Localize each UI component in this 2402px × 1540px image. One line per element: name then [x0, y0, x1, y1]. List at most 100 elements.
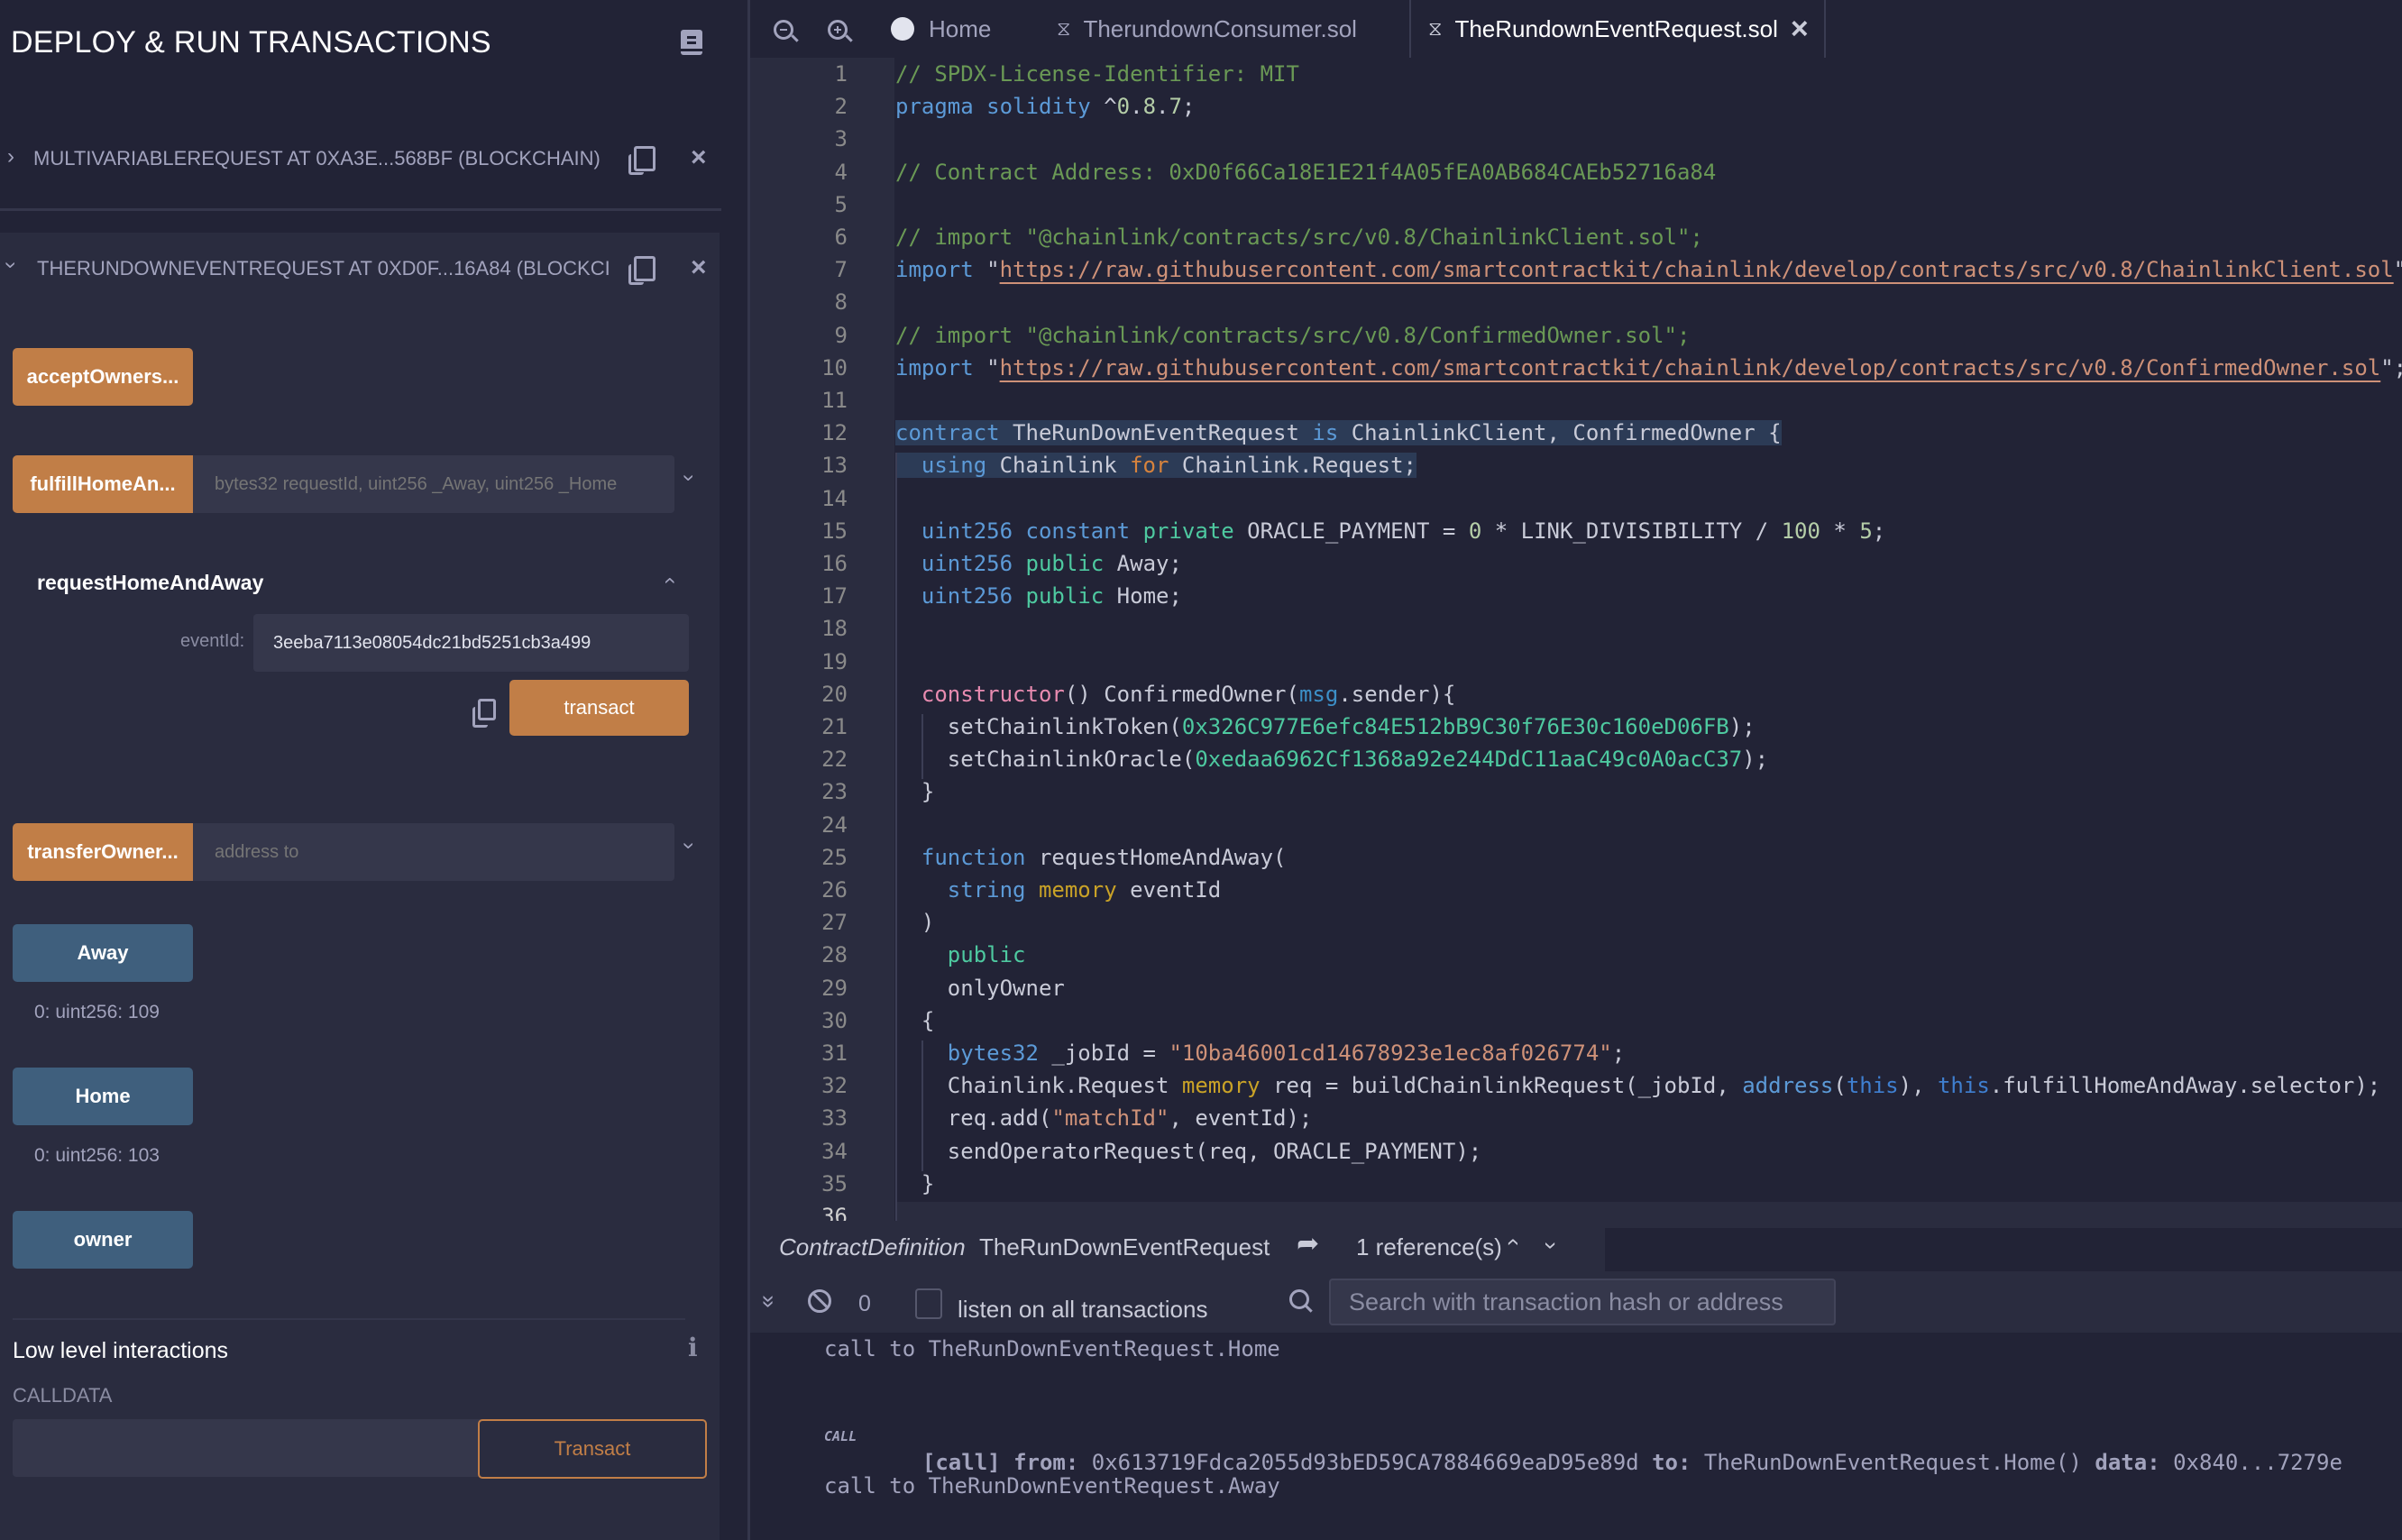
code-line[interactable]: uint256 constant private ORACLE_PAYMENT … — [895, 518, 1885, 544]
code-line[interactable]: // import "@chainlink/contracts/src/v0.8… — [895, 225, 1703, 250]
indent-guide — [895, 453, 897, 1237]
calldata-input[interactable] — [13, 1419, 481, 1477]
to-label: to: — [1652, 1450, 1691, 1475]
transfer-ownership-button[interactable]: transferOwner... — [13, 823, 193, 881]
chevron-down-icon[interactable]: › — [0, 261, 23, 269]
code-line[interactable]: import "https://raw.githubusercontent.co… — [895, 355, 2402, 380]
pending-tx-count: 0 — [858, 1291, 871, 1316]
fulfill-args-input[interactable] — [193, 455, 674, 513]
transfer-ownership-input[interactable] — [193, 823, 674, 881]
indent-guide — [921, 714, 923, 780]
goto-definition-icon[interactable]: ➦ — [1297, 1228, 1319, 1260]
transact-button[interactable]: transact — [509, 680, 689, 736]
remix-logo-icon — [891, 17, 914, 41]
zoom-in-icon[interactable] — [828, 20, 848, 40]
deploy-run-panel: DEPLOY & RUN TRANSACTIONS › MULTIVARIABL… — [0, 0, 721, 1540]
reference-count: 1 reference(s) — [1356, 1233, 1502, 1260]
line-number: 13 — [821, 453, 848, 479]
chevron-down-icon[interactable]: › — [676, 474, 701, 481]
tab-therundown-consumer[interactable]: ⧖ TherundownConsumer.sol — [1057, 13, 1357, 45]
collapse-terminal-icon[interactable]: » — [756, 1295, 784, 1307]
line-number: 27 — [821, 910, 848, 936]
code-line[interactable]: } — [895, 1171, 934, 1196]
copy-icon[interactable] — [628, 256, 656, 285]
code-line[interactable]: } — [895, 779, 934, 804]
book-icon[interactable] — [681, 30, 702, 55]
code-line[interactable]: Chainlink.Request memory req = buildChai… — [895, 1073, 2380, 1098]
code-line[interactable]: public — [895, 942, 1026, 967]
clear-console-icon[interactable] — [808, 1289, 831, 1313]
code-line[interactable]: req.add("matchId", eventId); — [895, 1105, 1313, 1131]
code-line[interactable]: function requestHomeAndAway( — [895, 845, 1287, 870]
line-number: 24 — [821, 811, 848, 838]
data-label: data: — [2095, 1450, 2160, 1475]
code-line[interactable]: // SPDX-License-Identifier: MIT — [895, 61, 1299, 87]
code-line[interactable]: setChainlinkOracle(0xedaa6962Cf1368a92e2… — [895, 747, 1768, 772]
close-tab-icon[interactable]: × — [1791, 12, 1809, 47]
chevron-down-icon[interactable]: › — [676, 842, 701, 849]
info-icon[interactable]: i — [688, 1333, 698, 1362]
transaction-search-input[interactable] — [1329, 1279, 1836, 1325]
search-icon — [1289, 1289, 1313, 1313]
code-line[interactable]: constructor() ConfirmedOwner(msg.sender)… — [895, 682, 1455, 707]
indent-guide — [921, 1040, 923, 1171]
instance-multivariablerequest[interactable]: MULTIVARIABLEREQUEST AT 0XA3E...568BF (B… — [33, 147, 600, 170]
listen-all-checkbox[interactable] — [915, 1288, 942, 1319]
line-number: 31 — [821, 1040, 848, 1066]
low-level-transact-button[interactable]: Transact — [478, 1419, 707, 1479]
next-reference-icon[interactable]: › — [1537, 1242, 1565, 1250]
accept-ownership-button[interactable]: acceptOwners... — [13, 348, 193, 406]
from-label: from: — [1013, 1450, 1079, 1475]
code-line[interactable]: using Chainlink for Chainlink.Request; — [895, 453, 1417, 479]
close-icon[interactable]: × — [691, 252, 707, 283]
chevron-up-icon[interactable]: › — [656, 577, 682, 584]
to-target: TheRunDownEventRequest.Home() — [1703, 1450, 2082, 1475]
line-number: 18 — [821, 616, 848, 642]
code-line[interactable]: contract TheRunDownEventRequest is Chain… — [895, 420, 1782, 446]
code-line[interactable]: pragma solidity ^0.8.7; — [895, 94, 1195, 119]
line-number: 2 — [834, 94, 848, 120]
tab-therundown-event-request[interactable]: ⧖ TheRundownEventRequest.sol × — [1428, 12, 1809, 47]
owner-button[interactable]: owner — [13, 1211, 193, 1269]
line-number: 19 — [821, 648, 848, 674]
request-home-and-away-title: requestHomeAndAway — [37, 571, 264, 594]
code-line[interactable]: // Contract Address: 0xD0f66Ca18E1E21f4A… — [895, 160, 1716, 185]
reference-name: TheRunDownEventRequest — [979, 1233, 1270, 1260]
fulfill-home-and-away-button[interactable]: fulfillHomeAn... — [13, 455, 193, 513]
code-line[interactable]: sendOperatorRequest(req, ORACLE_PAYMENT)… — [895, 1139, 1481, 1164]
line-number: 9 — [834, 322, 848, 348]
from-address: 0x613719Fdca2055d93bED59CA7884669eaD95e8… — [1091, 1450, 1639, 1475]
line-number: 15 — [821, 518, 848, 544]
divider — [0, 208, 721, 211]
copy-icon[interactable] — [628, 146, 656, 175]
code-line[interactable]: ) — [895, 910, 934, 935]
terminal-log: call to TheRunDownEventRequest.Home — [824, 1336, 1280, 1361]
code-line[interactable]: uint256 public Away; — [895, 551, 1182, 576]
line-number: 16 — [821, 551, 848, 576]
reference-kind: ContractDefinition — [779, 1233, 966, 1260]
home-button[interactable]: Home — [13, 1068, 193, 1125]
tab-home[interactable]: Home — [891, 13, 991, 45]
line-number: 28 — [821, 942, 848, 968]
event-id-input[interactable] — [253, 614, 689, 672]
line-number: 12 — [821, 420, 848, 446]
call-entry[interactable]: [call] from: 0x613719Fdca2055d93bED59CA7… — [896, 1425, 2342, 1475]
code-line[interactable]: import "https://raw.githubusercontent.co… — [895, 257, 2402, 282]
close-icon[interactable]: × — [691, 142, 707, 173]
code-line[interactable]: setChainlinkToken(0x326C977E6efc84E512bB… — [895, 714, 1756, 739]
code-line[interactable]: bytes32 _jobId = "10ba46001cd14678923e1e… — [895, 1040, 1625, 1066]
zoom-out-icon[interactable] — [774, 20, 793, 40]
copy-icon[interactable] — [472, 699, 496, 728]
line-number: 29 — [821, 975, 848, 1001]
code-line[interactable]: uint256 public Home; — [895, 583, 1182, 609]
line-number: 14 — [821, 485, 848, 511]
code-line[interactable]: // import "@chainlink/contracts/src/v0.8… — [895, 323, 1690, 348]
code-line[interactable]: onlyOwner — [895, 976, 1065, 1001]
away-button[interactable]: Away — [13, 924, 193, 982]
previous-reference-icon[interactable]: › — [1498, 1238, 1526, 1246]
code-line[interactable]: { — [895, 1008, 934, 1033]
chevron-right-icon[interactable]: › — [7, 144, 14, 170]
line-number: 6 — [834, 225, 848, 250]
code-line[interactable]: string memory eventId — [895, 877, 1221, 903]
instance-therundowneventrequest[interactable]: THERUNDOWNEVENTREQUEST AT 0XD0F...16A84 … — [37, 257, 610, 280]
